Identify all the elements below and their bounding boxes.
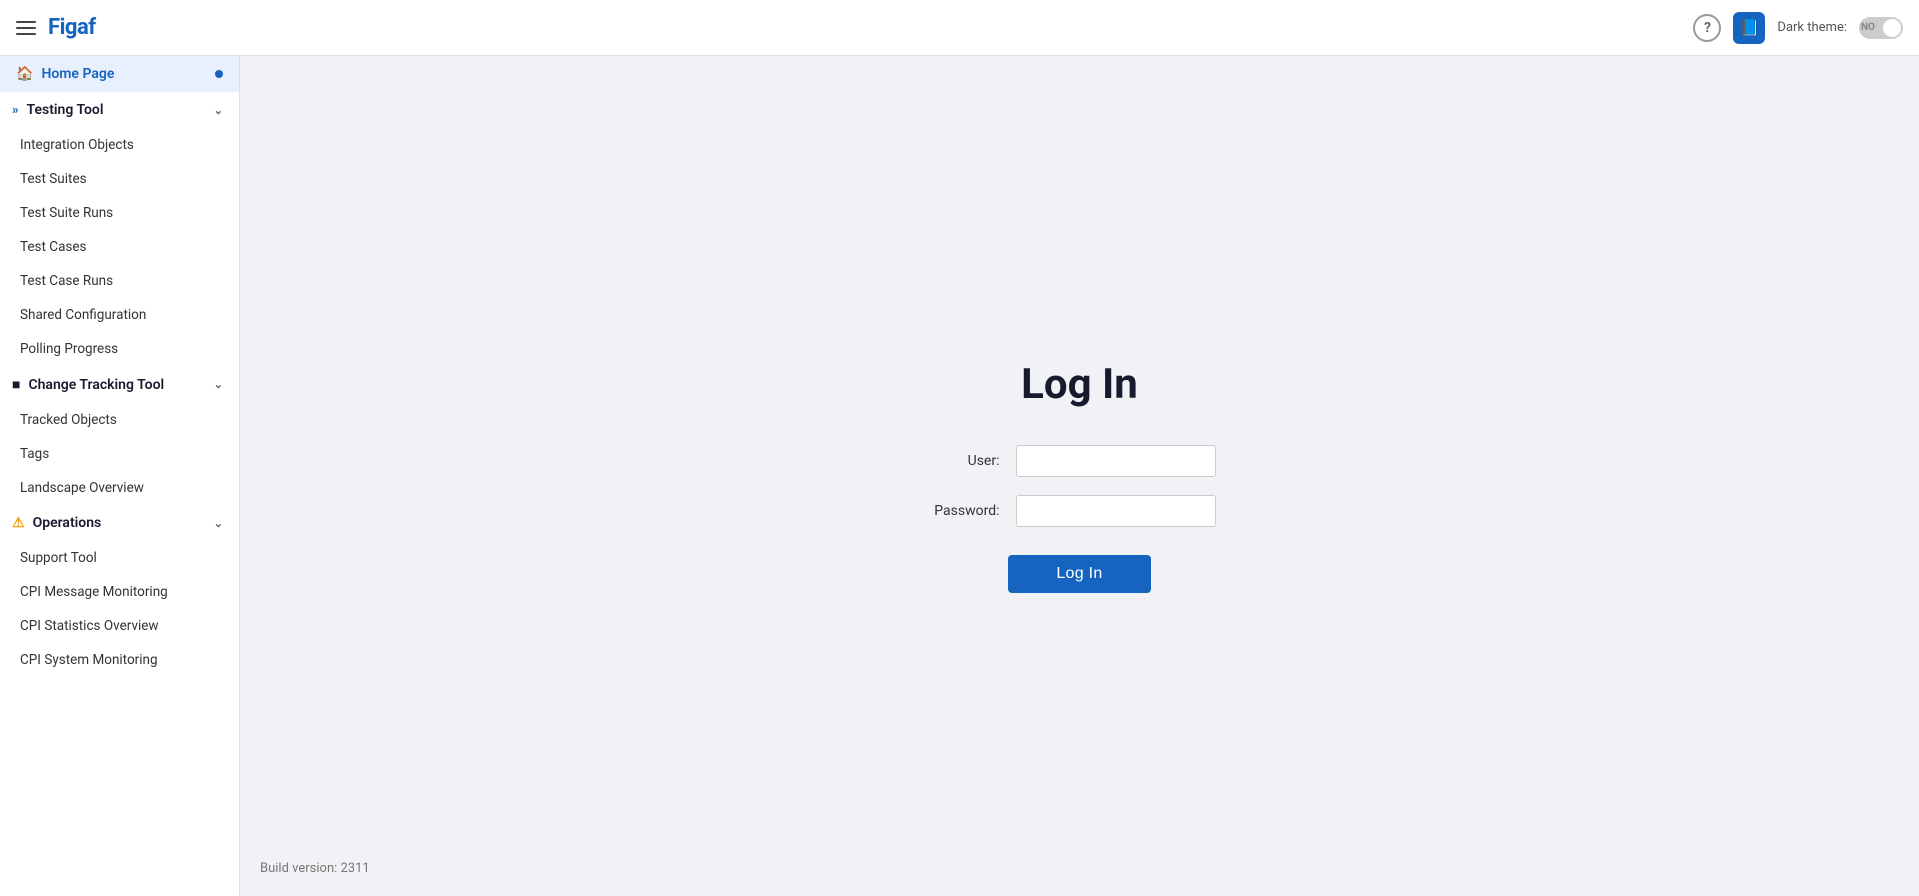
login-button[interactable]: Log In xyxy=(1008,555,1150,593)
app-logo: Figaf xyxy=(48,15,96,40)
help-icon[interactable]: ? xyxy=(1693,14,1721,42)
testing-tool-chevron: ⌄ xyxy=(214,104,223,117)
sidebar-item-cpi-system-monitoring[interactable]: CPI System Monitoring xyxy=(0,643,239,677)
hamburger-icon[interactable] xyxy=(16,21,36,35)
login-title: Log In xyxy=(1021,360,1138,409)
user-form-group: User: xyxy=(910,445,1250,477)
cpi-statistics-overview-label: CPI Statistics Overview xyxy=(20,618,159,634)
sidebar-item-integration-objects[interactable]: Integration Objects xyxy=(0,128,239,162)
change-tracking-label: Change Tracking Tool xyxy=(28,377,164,393)
sidebar-item-support-tool[interactable]: Support Tool xyxy=(0,541,239,575)
sidebar-item-tags[interactable]: Tags xyxy=(0,437,239,471)
testing-tool-header-left: » Testing Tool xyxy=(12,102,103,118)
login-card: Log In User: Password: Log In xyxy=(870,320,1290,633)
test-suites-label: Test Suites xyxy=(20,171,87,187)
dark-theme-toggle[interactable]: NO xyxy=(1859,17,1903,39)
tracked-objects-label: Tracked Objects xyxy=(20,412,117,428)
navbar: Figaf ? 📘 Dark theme: NO xyxy=(0,0,1919,56)
change-tracking-chevron: ⌄ xyxy=(214,378,223,391)
toggle-knob xyxy=(1883,19,1901,37)
testing-tool-icon: » xyxy=(12,103,19,118)
main-container: 🏠 Home Page » Testing Tool ⌄ Integration… xyxy=(0,56,1919,896)
sidebar: 🏠 Home Page » Testing Tool ⌄ Integration… xyxy=(0,56,240,896)
warning-icon: ⚠ xyxy=(12,515,25,531)
sidebar-item-test-case-runs[interactable]: Test Case Runs xyxy=(0,264,239,298)
content-area: Log In User: Password: Log In Build vers… xyxy=(240,56,1919,896)
toggle-state-label: NO xyxy=(1861,22,1875,33)
integration-objects-label: Integration Objects xyxy=(20,137,134,153)
navbar-right: ? 📘 Dark theme: NO xyxy=(1693,12,1903,44)
password-form-group: Password: xyxy=(910,495,1250,527)
home-icon: 🏠 xyxy=(16,66,33,82)
password-label: Password: xyxy=(910,503,1000,519)
sidebar-item-test-cases[interactable]: Test Cases xyxy=(0,230,239,264)
test-suite-runs-label: Test Suite Runs xyxy=(20,205,113,221)
sidebar-home-label: Home Page xyxy=(41,66,114,82)
user-label: User: xyxy=(910,453,1000,469)
password-input[interactable] xyxy=(1016,495,1216,527)
test-case-runs-label: Test Case Runs xyxy=(20,273,113,289)
test-cases-label: Test Cases xyxy=(20,239,87,255)
support-tool-label: Support Tool xyxy=(20,550,97,566)
active-dot xyxy=(215,70,223,78)
operations-label: Operations xyxy=(33,515,102,531)
change-tracking-header-left: ■ Change Tracking Tool xyxy=(12,376,164,393)
sidebar-item-cpi-message-monitoring[interactable]: CPI Message Monitoring xyxy=(0,575,239,609)
sidebar-item-cpi-statistics-overview[interactable]: CPI Statistics Overview xyxy=(0,609,239,643)
sidebar-item-landscape-overview[interactable]: Landscape Overview xyxy=(0,471,239,505)
shared-configuration-label: Shared Configuration xyxy=(20,307,146,323)
change-tracking-icon: ■ xyxy=(12,376,20,393)
sidebar-section-testing-tool[interactable]: » Testing Tool ⌄ xyxy=(0,92,239,128)
sidebar-item-test-suites[interactable]: Test Suites xyxy=(0,162,239,196)
sidebar-item-home-page[interactable]: 🏠 Home Page xyxy=(0,56,239,92)
sidebar-item-tracked-objects[interactable]: Tracked Objects xyxy=(0,403,239,437)
cpi-message-monitoring-label: CPI Message Monitoring xyxy=(20,584,168,600)
sidebar-section-change-tracking[interactable]: ■ Change Tracking Tool ⌄ xyxy=(0,366,239,403)
dark-theme-label: Dark theme: xyxy=(1777,20,1847,35)
cpi-system-monitoring-label: CPI System Monitoring xyxy=(20,652,158,668)
operations-header-left: ⚠ Operations xyxy=(12,515,101,531)
testing-tool-label: Testing Tool xyxy=(27,102,104,118)
polling-progress-label: Polling Progress xyxy=(20,341,118,357)
landscape-overview-label: Landscape Overview xyxy=(20,480,144,496)
sidebar-item-polling-progress[interactable]: Polling Progress xyxy=(0,332,239,366)
user-input[interactable] xyxy=(1016,445,1216,477)
book-icon[interactable]: 📘 xyxy=(1733,12,1765,44)
operations-chevron: ⌄ xyxy=(214,517,223,530)
sidebar-item-shared-configuration[interactable]: Shared Configuration xyxy=(0,298,239,332)
sidebar-item-test-suite-runs[interactable]: Test Suite Runs xyxy=(0,196,239,230)
build-version: Build version: 2311 xyxy=(260,861,370,876)
sidebar-section-operations[interactable]: ⚠ Operations ⌄ xyxy=(0,505,239,541)
navbar-left: Figaf xyxy=(16,15,96,40)
tags-label: Tags xyxy=(20,446,49,462)
